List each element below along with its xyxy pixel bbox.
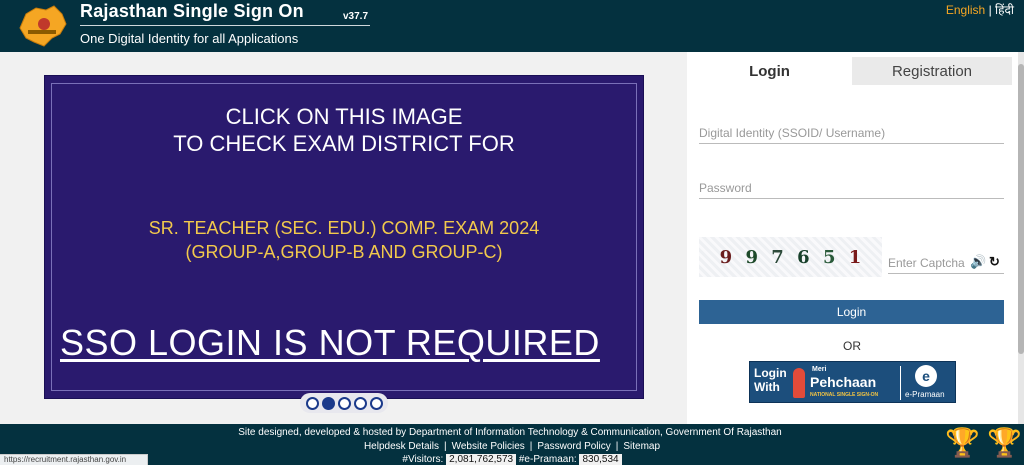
scrollbar-thumb[interactable] — [1018, 64, 1024, 354]
version-label: v37.7 — [343, 11, 369, 22]
title-divider — [80, 25, 370, 26]
captcha-digit: 5 — [822, 246, 836, 268]
trophy-icon[interactable]: 🏆 — [945, 426, 980, 459]
footer-credit: Site designed, developed & hosted by Dep… — [238, 427, 782, 438]
ssoid-input[interactable] — [699, 122, 1004, 144]
lang-english-link[interactable]: English — [946, 3, 985, 17]
lang-separator: | — [988, 3, 992, 17]
pehchaan-meri: Meri — [812, 366, 827, 373]
footer: Site designed, developed & hosted by Dep… — [0, 424, 1024, 465]
slider-dot-4[interactable] — [353, 396, 367, 410]
slider-pagination — [300, 393, 388, 413]
slide-notice: SSO LOGIN IS NOT REQUIRED — [60, 322, 600, 363]
pehchaan-figure-icon — [793, 368, 805, 398]
slide-line-1: CLICK ON THIS IMAGE — [225, 104, 463, 129]
pehchaan-divider — [900, 366, 901, 400]
captcha-digit: 6 — [797, 246, 810, 268]
footer-links: Helpdesk Details | Website Policies | Passwo… — [363, 441, 661, 452]
epramaan-count-label: #e-Pramaan: — [518, 454, 577, 465]
login-panel: Login Registration 9 9 7 6 5 1 🔊 ↻ Login… — [687, 52, 1018, 424]
footer-link-helpdesk[interactable]: Helpdesk Details — [364, 441, 439, 452]
epramaan-logo-icon: e — [915, 365, 937, 387]
refresh-icon[interactable]: ↻ — [989, 254, 1000, 270]
slider-dot-3[interactable] — [337, 396, 351, 410]
captcha-digit: 7 — [771, 246, 784, 268]
slider-dot-5[interactable] — [369, 396, 383, 410]
slider-dot-2[interactable] — [321, 396, 335, 410]
footer-link-sitemap[interactable]: Sitemap — [623, 441, 660, 452]
slide-line-2: TO CHECK EXAM DISTRICT FOR — [173, 131, 515, 156]
page-scrollbar[interactable] — [1018, 52, 1024, 424]
pehchaan-title: Pehchaan — [810, 374, 877, 390]
tab-registration[interactable]: Registration — [852, 57, 1012, 85]
slide-exam-line-2: (GROUP-A,GROUP-B AND GROUP-C) — [185, 242, 503, 262]
meri-pehchaan-login-button[interactable]: Login With Meri Pehchaan NATIONAL SINGLE… — [749, 361, 956, 403]
visitors-label: #Visitors: — [402, 454, 444, 465]
language-switcher: English | हिंदी — [946, 1, 1014, 18]
pehchaan-subtitle: NATIONAL SINGLE SIGN-ON — [810, 392, 879, 398]
tab-login[interactable]: Login — [687, 57, 852, 85]
footer-counters: #Visitors: 2,081,762,573 #e-Pramaan: 830… — [0, 454, 1024, 465]
captcha-digit: 9 — [719, 246, 733, 268]
slider-dot-1[interactable] — [305, 396, 319, 410]
epramaan-label: e-Pramaan — [905, 390, 945, 399]
or-divider: OR — [843, 339, 861, 353]
slide-exam-line-1: SR. TEACHER (SEC. EDU.) COMP. EXAM 2024 — [148, 218, 540, 238]
browser-status-url: https://recruitment.rajasthan.gov.in — [0, 454, 148, 465]
rajasthan-map-logo-icon[interactable] — [12, 2, 72, 50]
header: Rajasthan Single Sign On v37.7 One Digit… — [0, 0, 1024, 52]
speaker-icon[interactable]: 🔊 — [970, 254, 986, 270]
app-title: Rajasthan Single Sign On — [80, 1, 304, 21]
captcha-input[interactable] — [888, 252, 1004, 274]
captcha-image: 9 9 7 6 5 1 — [699, 237, 882, 277]
captcha-digit: 1 — [848, 246, 862, 268]
trophy-icon[interactable]: 🏆 — [987, 426, 1022, 459]
pehchaan-login-with: Login With — [754, 366, 787, 394]
footer-link-website-policies[interactable]: Website Policies — [452, 441, 525, 452]
password-input[interactable] — [699, 177, 1004, 199]
visitors-count: 2,081,762,573 — [446, 454, 517, 465]
footer-link-password-policy[interactable]: Password Policy — [537, 441, 610, 452]
captcha-digit: 9 — [745, 246, 758, 268]
login-button[interactable]: Login — [699, 300, 1004, 324]
epramaan-count: 830,534 — [579, 454, 622, 465]
lang-hindi-link[interactable]: हिंदी — [995, 3, 1014, 17]
app-subtitle: One Digital Identity for all Application… — [80, 31, 299, 46]
